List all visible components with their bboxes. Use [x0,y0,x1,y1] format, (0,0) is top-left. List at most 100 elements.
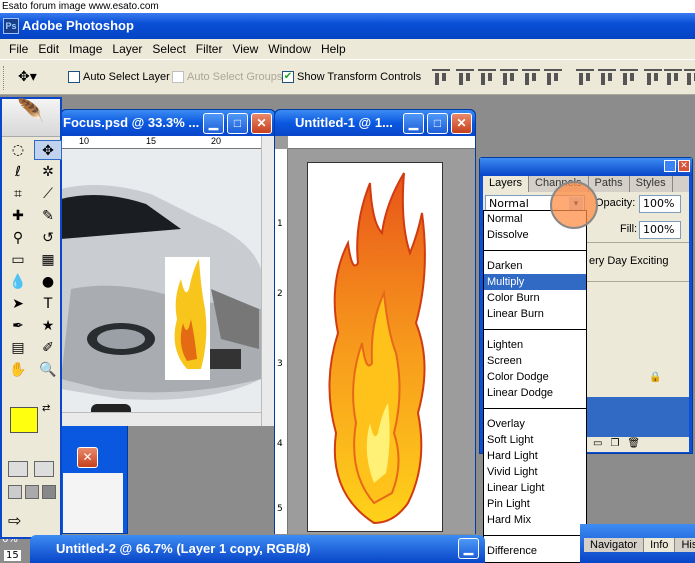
blend-option[interactable]: Hard Light [484,448,586,464]
lasso-tool-icon[interactable]: ℓ [4,162,32,182]
blend-option[interactable]: Linear Burn [484,306,586,322]
untitled1-document-window[interactable]: Untitled-1 @ 1... ▁ □ ✕ 1 2 3 4 5 [274,109,476,534]
align-left-edges-icon[interactable] [500,69,518,87]
slice-tool-icon[interactable]: ⟋ [34,184,62,204]
blend-option[interactable]: Color Dodge [484,369,586,385]
notes-tool-icon[interactable]: ▤ [4,338,32,358]
panel-titlebar[interactable]: ✕ [480,158,692,176]
blend-option[interactable]: Difference [484,543,586,559]
distribute-right-icon[interactable] [684,69,695,87]
menu-select[interactable]: Select [147,42,190,56]
menu-help[interactable]: Help [316,42,351,56]
menu-filter[interactable]: Filter [191,42,228,56]
blend-option[interactable]: Hard Mix [484,512,586,528]
distribute-top-icon[interactable] [576,69,594,87]
distribute-hcenter-icon[interactable] [664,69,682,87]
history-brush-icon[interactable]: ↺ [34,228,62,248]
pen-tool-icon[interactable]: ✒ [4,316,32,336]
dodge-tool-icon[interactable]: ● [34,272,62,292]
minimize-button[interactable]: ▁ [203,113,224,134]
new-layer-icon[interactable]: ❐ [610,438,619,449]
move-tool-preset-icon[interactable]: ✥▾ [18,68,48,88]
align-top-edges-icon[interactable] [432,69,450,87]
tab-layers[interactable]: Layers [483,176,530,192]
hand-tool-icon[interactable]: ✋ [4,360,32,380]
focus-canvas[interactable]: 10 15 20 [61,136,261,426]
blend-option-highlighted[interactable]: Multiply [484,274,586,290]
align-bottom-edges-icon[interactable] [478,69,496,87]
quick-mask-icon[interactable] [34,461,54,477]
align-right-edges-icon[interactable] [544,69,562,87]
imageready-jump-icon[interactable]: ⇨ [8,511,21,530]
eyedropper-icon[interactable]: ✐ [34,338,62,358]
blend-option[interactable]: Vivid Light [484,464,586,480]
blend-option[interactable]: Overlay [484,416,586,432]
blur-tool-icon[interactable]: 💧 [4,272,32,292]
menu-file[interactable]: File [4,42,33,56]
menu-image[interactable]: Image [64,42,107,56]
blend-option[interactable]: Linear Dodge [484,385,586,401]
zoom-tool-icon[interactable]: 🔍 [34,360,62,380]
minimize-button[interactable]: ▁ [458,538,479,559]
maximize-button[interactable]: □ [227,113,248,134]
align-vertical-centers-icon[interactable] [456,69,474,87]
panel-minimize-icon[interactable] [664,160,676,172]
menu-view[interactable]: View [227,42,263,56]
close-button[interactable]: ✕ [251,113,272,134]
distribute-left-icon[interactable] [644,69,662,87]
blend-option[interactable]: Lighten [484,337,586,353]
type-tool-icon[interactable]: T [34,294,62,314]
focus-window-titlebar[interactable]: Focus.psd @ 33.3% ... ▁ □ ✕ [61,110,275,136]
menu-layer[interactable]: Layer [107,42,147,56]
path-selection-icon[interactable]: ➤ [4,294,32,314]
menu-edit[interactable]: Edit [33,42,64,56]
menu-window[interactable]: Window [263,42,316,56]
marquee-tool-icon[interactable]: ◌ [4,140,32,160]
align-horizontal-centers-icon[interactable] [522,69,540,87]
new-group-icon[interactable]: ▭ [593,438,602,449]
trash-icon[interactable]: 🗑 [627,438,640,449]
standard-screen-icon[interactable] [8,485,22,499]
blend-option[interactable]: Pin Light [484,496,586,512]
checkbox-box[interactable]: ✔ [282,71,294,83]
background-doc-window[interactable]: ✕ [58,424,128,534]
gradient-tool-icon[interactable]: ▦ [34,250,62,270]
tab-styles[interactable]: Styles [630,176,673,192]
minimize-button[interactable]: ▁ [403,113,424,134]
opacity-field[interactable]: 100% [639,195,681,213]
tab-histogram[interactable]: Hist [675,538,695,552]
vertical-scrollbar[interactable] [261,136,275,426]
show-transform-controls-checkbox[interactable]: ✔ Show Transform Controls [282,71,421,83]
crop-tool-icon[interactable]: ⌗ [4,184,32,204]
healing-brush-icon[interactable]: ✚ [4,206,32,226]
focus-document-window[interactable]: Focus.psd @ 33.3% ... ▁ □ ✕ 10 15 20 [60,109,276,426]
horizontal-scrollbar[interactable] [61,412,261,426]
swap-colors-icon[interactable]: ⇄ [42,403,50,414]
auto-select-layer-checkbox[interactable]: Auto Select Layer [68,71,170,83]
blend-option[interactable]: Dissolve [484,227,586,243]
close-button[interactable]: ✕ [451,113,472,134]
brush-tool-icon[interactable]: ✎ [34,206,62,226]
close-icon[interactable]: ✕ [77,447,98,468]
blend-option[interactable]: Linear Light [484,480,586,496]
standard-mode-icon[interactable] [8,461,28,477]
foreground-color-swatch[interactable] [10,407,38,433]
move-tool-icon[interactable]: ✥ [34,140,62,160]
magic-wand-icon[interactable]: ✲ [34,162,62,182]
blend-option[interactable]: Soft Light [484,432,586,448]
full-screen-menu-icon[interactable] [25,485,39,499]
untitled1-canvas-area[interactable]: 1 2 3 4 5 [275,136,475,534]
distribute-center-icon[interactable] [598,69,616,87]
tab-navigator[interactable]: Navigator [584,538,645,552]
tab-paths[interactable]: Paths [589,176,630,192]
clone-stamp-icon[interactable]: ⚲ [4,228,32,248]
checkbox-box[interactable] [68,71,80,83]
toolbar-grip[interactable] [3,66,7,90]
panel-close-icon[interactable]: ✕ [678,160,690,172]
fill-field[interactable]: 100% [639,221,681,239]
eraser-tool-icon[interactable]: ▭ [4,250,32,270]
blend-option[interactable]: Color Burn [484,290,586,306]
blend-option[interactable]: Darken [484,258,586,274]
tab-info[interactable]: Info [644,538,676,552]
untitled2-window-titlebar[interactable]: Untitled-2 @ 66.7% (Layer 1 copy, RGB/8)… [30,535,485,563]
